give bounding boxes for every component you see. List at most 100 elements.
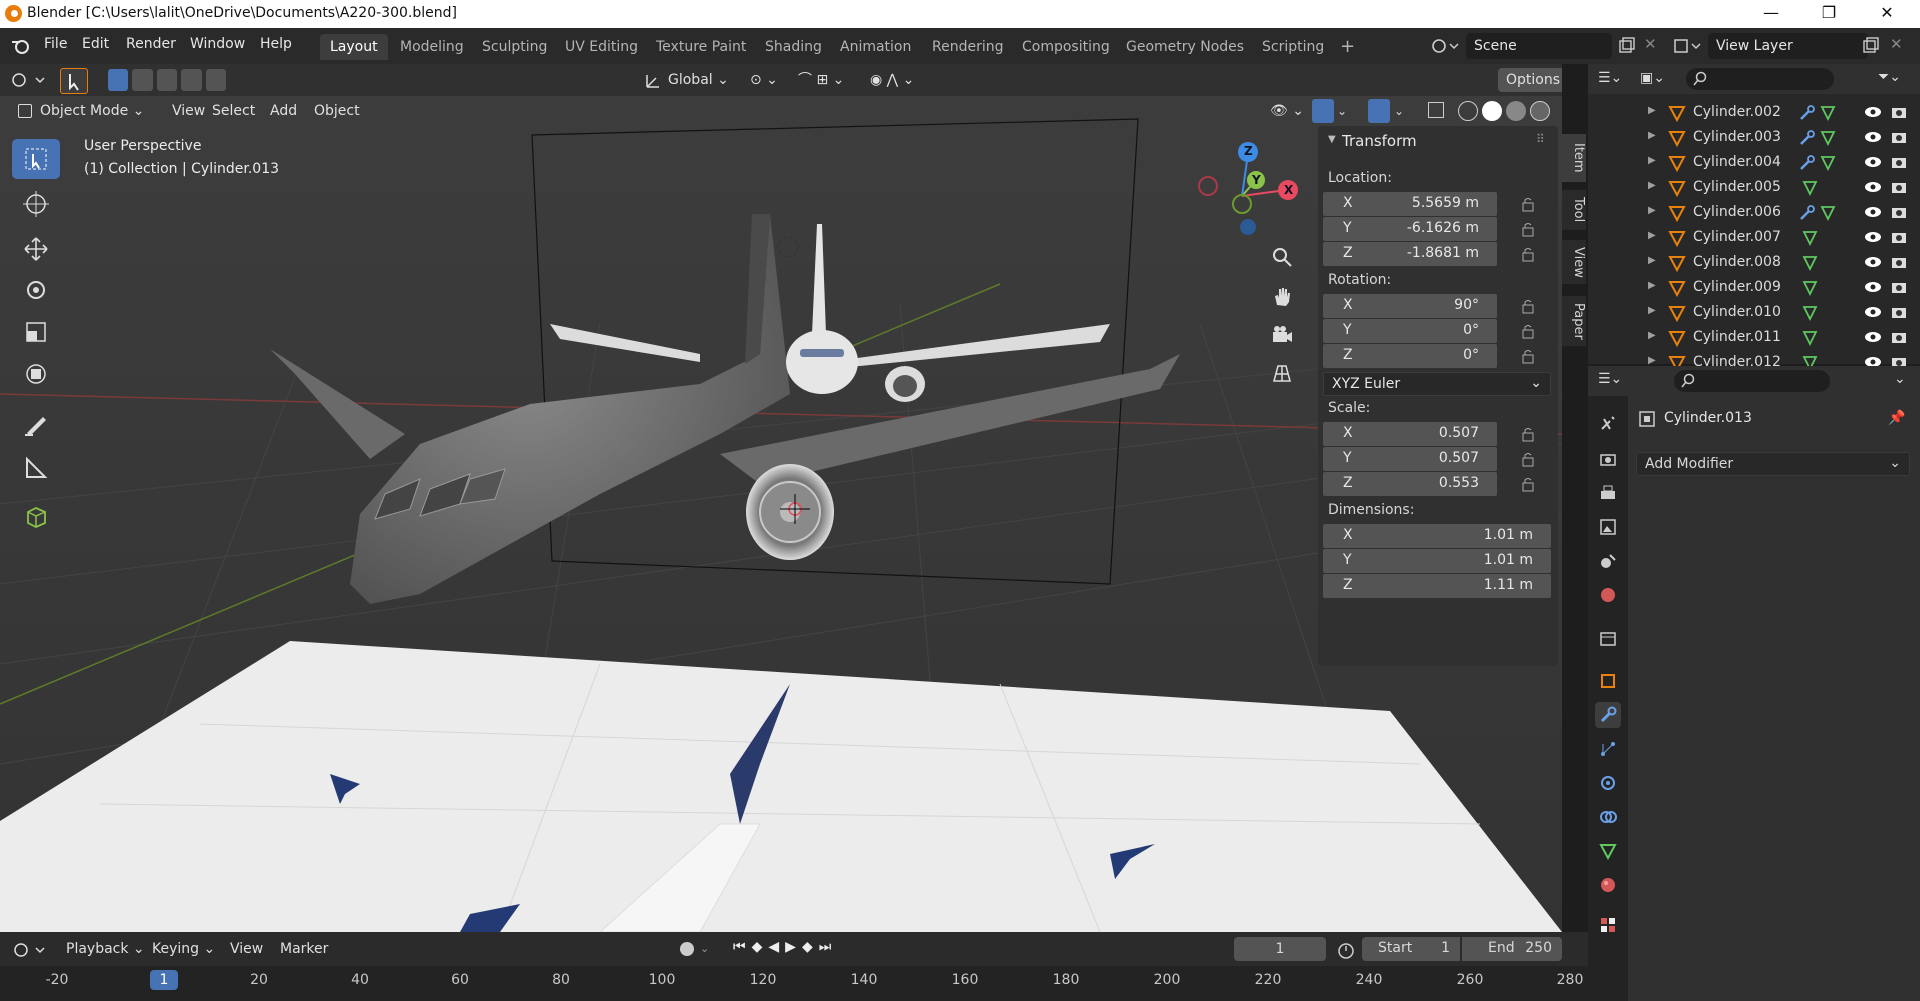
eye-icon[interactable]	[1864, 255, 1882, 269]
mesh-data-icon[interactable]	[1802, 254, 1818, 272]
filter-icon[interactable]: ⏷⌄	[1878, 69, 1901, 85]
gizmo-neg-x[interactable]	[1198, 176, 1218, 196]
new-scene-icon[interactable]	[1618, 37, 1636, 55]
outliner-row[interactable]: ▶ Cylinder.002	[1588, 100, 1920, 125]
tab-shading[interactable]: Shading	[755, 34, 832, 60]
record-icon[interactable]	[680, 942, 694, 956]
add-cube-tool[interactable]	[12, 496, 60, 536]
camera-render-icon[interactable]	[1890, 279, 1908, 295]
modifier-wrench-icon[interactable]	[1798, 104, 1816, 122]
expand-arrow-icon[interactable]: ▶	[1648, 180, 1656, 191]
mesh-data-icon[interactable]	[1820, 104, 1836, 122]
outliner-row[interactable]: ▶ Cylinder.003	[1588, 125, 1920, 150]
modifier-wrench-icon[interactable]	[1798, 129, 1816, 147]
add-modifier-dropdown[interactable]: Add Modifier ⌄	[1636, 452, 1910, 476]
mode-dropdown[interactable]: Object Mode ⌄	[12, 99, 152, 123]
overlay-toggle-icon[interactable]	[1368, 99, 1390, 123]
camera-render-icon[interactable]	[1890, 229, 1908, 245]
collection-properties-tab[interactable]	[1595, 626, 1621, 652]
wireframe-shading-icon[interactable]	[1458, 101, 1478, 121]
eye-icon[interactable]	[1864, 230, 1882, 244]
tab-view[interactable]: View	[1562, 240, 1586, 284]
location-y-field[interactable]: Y -6.1626 m	[1323, 217, 1497, 241]
output-properties-tab[interactable]	[1595, 480, 1621, 506]
eye-icon[interactable]	[1864, 155, 1882, 169]
tab-geometry-nodes[interactable]: Geometry Nodes	[1116, 34, 1254, 60]
material-shading-icon[interactable]	[1506, 101, 1526, 121]
play-icon[interactable]: ▶	[785, 939, 802, 955]
tool-properties-tab[interactable]	[1595, 410, 1621, 436]
eye-icon[interactable]	[1864, 205, 1882, 219]
camera-render-icon[interactable]	[1890, 329, 1908, 345]
outliner-row[interactable]: ▶ Cylinder.008	[1588, 250, 1920, 275]
lock-icon[interactable]	[1520, 451, 1536, 467]
menu-edit[interactable]: Edit	[82, 36, 109, 52]
physics-properties-tab[interactable]	[1595, 770, 1621, 796]
transform-header[interactable]: Transform	[1342, 132, 1417, 150]
menu-add[interactable]: Add	[262, 99, 305, 123]
solid-shading-icon[interactable]	[1482, 101, 1502, 121]
mesh-data-icon[interactable]	[1802, 304, 1818, 322]
dimensions-z-field[interactable]: Z 1.11 m	[1323, 574, 1551, 598]
eye-icon[interactable]	[1864, 305, 1882, 319]
eye-icon[interactable]	[1864, 280, 1882, 294]
transform-tool[interactable]	[12, 354, 60, 394]
tab-uv-editing[interactable]: UV Editing	[555, 34, 648, 60]
view-layer-field[interactable]: View Layer	[1708, 33, 1868, 59]
select-extend-icon[interactable]	[132, 69, 153, 91]
view-layer-properties-tab[interactable]	[1595, 514, 1621, 540]
particles-properties-tab[interactable]	[1595, 736, 1621, 762]
jump-end-icon[interactable]: ⏭	[819, 939, 838, 955]
expand-arrow-icon[interactable]: ▶	[1648, 280, 1656, 291]
menu-select[interactable]: Select	[204, 99, 263, 123]
outliner-search-input[interactable]	[1686, 68, 1834, 90]
editor-type-icon[interactable]	[10, 70, 48, 90]
properties-editor-type-icon[interactable]: ☰⌄	[1598, 371, 1622, 387]
modifier-properties-tab[interactable]	[1595, 702, 1621, 728]
object-name-field[interactable]: Cylinder.013	[1664, 410, 1752, 426]
expand-arrow-icon[interactable]: ▶	[1648, 330, 1656, 341]
mesh-data-icon[interactable]	[1820, 154, 1836, 172]
overlay-dropdown-icon[interactable]: ⌄	[1394, 104, 1404, 118]
lock-icon[interactable]	[1520, 426, 1536, 442]
camera-render-icon[interactable]	[1890, 154, 1908, 170]
select-subtract-icon[interactable]	[156, 69, 178, 91]
minimize-button[interactable]: —	[1742, 0, 1800, 28]
constraints-properties-tab[interactable]	[1595, 804, 1621, 830]
keying-menu[interactable]: Keying ⌄	[144, 937, 223, 961]
location-z-field[interactable]: Z -1.8681 m	[1323, 242, 1497, 266]
display-mode-icon[interactable]: ▣⌄	[1640, 70, 1665, 86]
location-x-field[interactable]: X 5.5659 m	[1323, 192, 1497, 216]
delete-view-layer-icon[interactable]: ✕	[1890, 35, 1903, 53]
modifier-wrench-icon[interactable]	[1798, 154, 1816, 172]
chevron-down-icon[interactable]: ⌄	[700, 942, 709, 955]
current-frame-field[interactable]: 1	[1234, 937, 1326, 961]
annotate-tool[interactable]	[12, 404, 60, 444]
gizmo-neg-y[interactable]	[1232, 194, 1252, 214]
mesh-data-icon[interactable]	[1820, 129, 1836, 147]
expand-arrow-icon[interactable]: ▶	[1648, 255, 1656, 266]
measure-tool[interactable]	[12, 448, 60, 488]
gizmo-dropdown-icon[interactable]: ⌄	[1337, 104, 1347, 118]
tab-item[interactable]: Item	[1562, 134, 1586, 182]
camera-render-icon[interactable]	[1890, 304, 1908, 320]
add-workspace-button[interactable]: +	[1330, 34, 1365, 60]
eye-icon[interactable]	[1864, 105, 1882, 119]
3d-viewport[interactable]: Global ⌄ ⊙ ⌄ ⌒ ⊞ ⌄ ◉ ⋀ ⌄ Options ⌄ Objec…	[0, 64, 1562, 932]
scene-selector-icon[interactable]	[1430, 36, 1460, 56]
xray-toggle-icon[interactable]	[1428, 102, 1444, 118]
outliner-row[interactable]: ▶ Cylinder.009	[1588, 275, 1920, 300]
dimensions-x-field[interactable]: X 1.01 m	[1323, 524, 1551, 548]
expand-arrow-icon[interactable]: ▶	[1648, 105, 1656, 116]
panel-drag-handle[interactable]: ⠿	[1536, 132, 1545, 146]
scale-y-field[interactable]: Y 0.507	[1323, 447, 1497, 471]
eye-icon[interactable]	[1864, 180, 1882, 194]
rotation-mode-dropdown[interactable]: XYZ Euler ⌄	[1323, 372, 1551, 396]
outliner-editor-type-icon[interactable]: ☰⌄	[1598, 70, 1622, 86]
scale-x-field[interactable]: X 0.507	[1323, 422, 1497, 446]
object-properties-tab[interactable]	[1595, 668, 1621, 694]
mesh-data-icon[interactable]	[1802, 329, 1818, 347]
tab-sculpting[interactable]: Sculpting	[472, 34, 557, 60]
tab-tool[interactable]: Tool	[1562, 190, 1586, 230]
scale-tool[interactable]	[12, 312, 60, 352]
